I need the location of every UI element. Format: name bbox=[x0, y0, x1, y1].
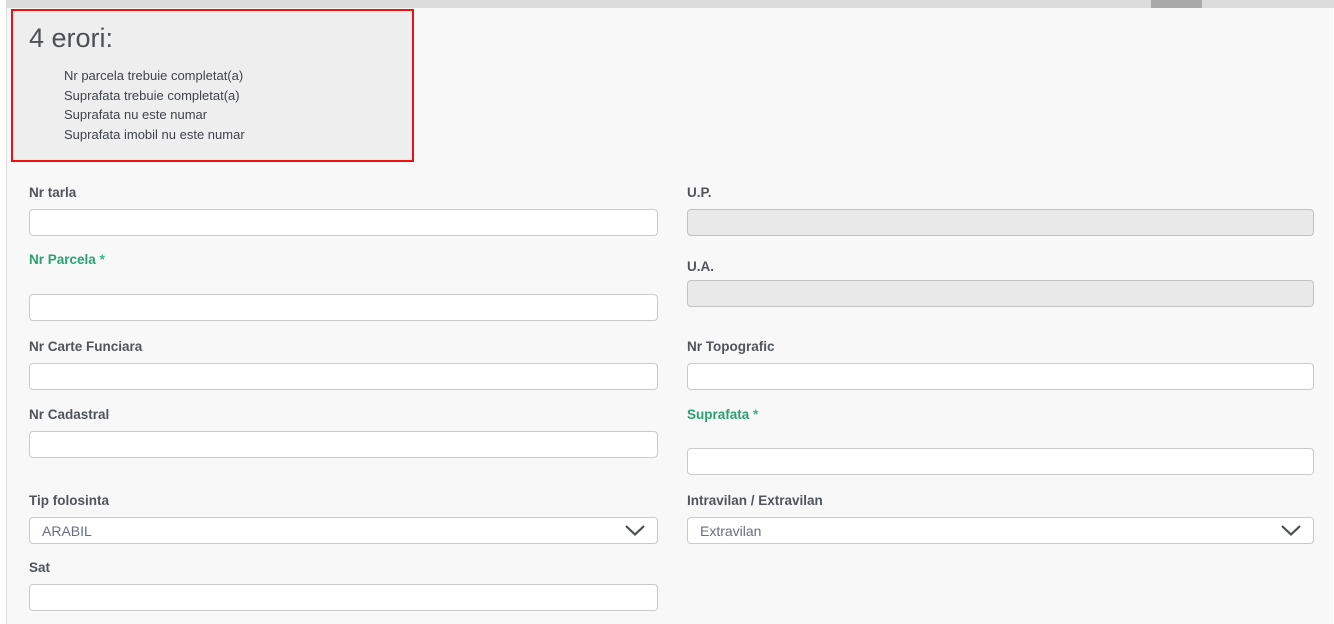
error-list: Nr parcela trebuie completat(a) Suprafat… bbox=[64, 66, 245, 144]
validation-error-box: 4 erori: Nr parcela trebuie completat(a)… bbox=[11, 9, 414, 162]
ua-input bbox=[687, 280, 1314, 307]
required-asterisk: * bbox=[753, 407, 758, 422]
error-item: Suprafata trebuie completat(a) bbox=[64, 86, 245, 106]
nr-topografic-input[interactable] bbox=[687, 363, 1314, 390]
field-label-up: U.P. bbox=[687, 185, 712, 200]
horizontal-scrollbar-track[interactable] bbox=[6, 0, 1334, 8]
tip-folosinta-select[interactable]: ARABIL bbox=[29, 517, 658, 544]
field-label-nr-cadastral: Nr Cadastral bbox=[29, 407, 109, 422]
sat-input[interactable] bbox=[29, 584, 658, 611]
nr-parcela-input[interactable] bbox=[29, 294, 658, 321]
nr-tarla-input[interactable] bbox=[29, 209, 658, 236]
up-input bbox=[687, 209, 1314, 236]
field-label-nr-topografic: Nr Topografic bbox=[687, 339, 775, 354]
suprafata-input[interactable] bbox=[687, 448, 1314, 475]
nr-carte-funciara-input[interactable] bbox=[29, 363, 658, 390]
error-count-title: 4 erori: bbox=[29, 23, 113, 54]
intravilan-extravilan-select-wrap: Extravilan bbox=[687, 517, 1314, 544]
tip-folosinta-select-wrap: ARABIL bbox=[29, 517, 658, 544]
field-label-nr-carte-funciara: Nr Carte Funciara bbox=[29, 339, 142, 354]
field-label-suprafata: Suprafata * bbox=[687, 407, 758, 422]
field-label-nr-parcela: Nr Parcela * bbox=[29, 252, 105, 267]
field-label-sat: Sat bbox=[29, 560, 50, 575]
nr-cadastral-input[interactable] bbox=[29, 431, 658, 458]
error-item: Suprafata nu este numar bbox=[64, 105, 245, 125]
field-label-nr-tarla: Nr tarla bbox=[29, 185, 76, 200]
horizontal-scrollbar-thumb[interactable] bbox=[1151, 0, 1202, 8]
error-item: Suprafata imobil nu este numar bbox=[64, 125, 245, 145]
field-label-tip-folosinta: Tip folosinta bbox=[29, 493, 109, 508]
required-asterisk: * bbox=[100, 252, 105, 267]
intravilan-extravilan-select[interactable]: Extravilan bbox=[687, 517, 1314, 544]
field-label-intravilan-extravilan: Intravilan / Extravilan bbox=[687, 493, 823, 508]
error-item: Nr parcela trebuie completat(a) bbox=[64, 66, 245, 86]
field-label-ua: U.A. bbox=[687, 259, 714, 274]
